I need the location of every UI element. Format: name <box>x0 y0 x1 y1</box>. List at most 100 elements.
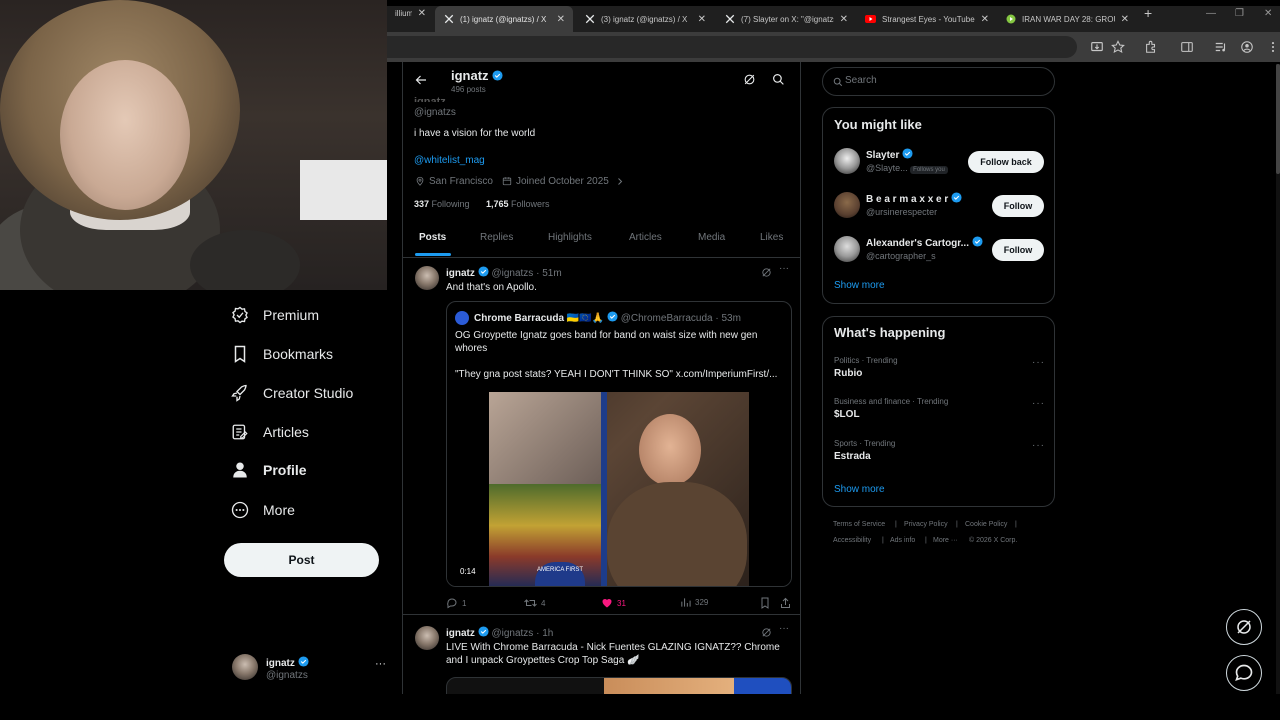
browser-tab[interactable]: (3) ignatz (@ignatzs) / X ✕ <box>576 6 714 32</box>
tweet-time[interactable]: 1h <box>542 628 553 639</box>
bookmark-icon[interactable] <box>760 597 770 609</box>
trend-item[interactable]: Politics · Trending Rubio <box>834 356 898 379</box>
media-control-icon[interactable] <box>1214 40 1228 54</box>
browser-tab-active[interactable]: (1) ignatz (@ignatzs) / X ✕ <box>435 6 573 32</box>
followers-link[interactable]: 1,765 Followers <box>486 199 550 209</box>
close-tab-icon[interactable]: ✕ <box>981 14 989 25</box>
close-tab-icon[interactable]: ✕ <box>1121 14 1129 25</box>
footer-terms[interactable]: Terms of Service <box>833 521 885 528</box>
footer-cookie[interactable]: Cookie Policy <box>965 521 1007 528</box>
tweet-avatar[interactable] <box>415 266 439 290</box>
suggestion-row[interactable]: Slayter @Slayte... Follows you Follow ba… <box>823 144 1054 180</box>
browser-tab[interactable]: Strangest Eyes - YouTube ✕ <box>857 6 997 32</box>
tweet-author-handle[interactable]: @ignatzs <box>491 628 533 639</box>
face-shape <box>60 60 190 210</box>
share-icon[interactable] <box>780 597 791 609</box>
article-icon <box>230 422 250 442</box>
trend-more-icon[interactable]: ··· <box>1032 398 1045 409</box>
tweet[interactable]: ignatz @ignatzs · 51m ··· And that's on … <box>403 258 800 614</box>
quote-tweet[interactable]: Chrome Barracuda 🇺🇦🇪🇺🙏 @ChromeBarracuda … <box>446 301 792 587</box>
grok-icon[interactable] <box>743 73 756 86</box>
repost-button[interactable]: 4 <box>524 597 545 609</box>
extensions-icon[interactable] <box>1144 40 1158 54</box>
new-tab-button[interactable]: + <box>1144 6 1152 20</box>
like-button[interactable]: 31 <box>601 597 626 609</box>
close-tab-icon[interactable]: ✕ <box>418 8 426 19</box>
tweet-author-name[interactable]: ignatz <box>446 268 475 279</box>
tweet-time[interactable]: 51m <box>542 268 561 279</box>
tab-articles[interactable]: Articles <box>629 232 662 243</box>
messages-fab-button[interactable] <box>1226 655 1262 691</box>
tab-highlights[interactable]: Highlights <box>548 232 592 243</box>
nav-item-more[interactable]: More <box>230 495 295 525</box>
account-icon[interactable] <box>1240 40 1254 54</box>
minimize-icon[interactable]: — <box>1206 8 1216 19</box>
account-more-icon[interactable]: ··· <box>375 658 386 670</box>
close-tab-icon[interactable]: ✕ <box>840 14 848 25</box>
close-tab-icon[interactable]: ✕ <box>698 14 706 25</box>
profile-location: San Francisco <box>429 176 493 187</box>
post-button[interactable]: Post <box>224 543 379 577</box>
scrollbar-thumb[interactable] <box>1276 64 1280 174</box>
footer-accessibility[interactable]: Accessibility <box>833 537 871 544</box>
close-tab-icon[interactable]: ✕ <box>557 14 565 25</box>
suggestion-row[interactable]: B e a r m a x x e r @ursinerespecter Fol… <box>823 188 1054 224</box>
quote-link[interactable]: x.com/ImperiumFirst/... <box>676 369 778 380</box>
tweet-author-handle[interactable]: @ignatzs <box>491 268 533 279</box>
reply-button[interactable]: 1 <box>446 597 466 609</box>
profile-joined-date[interactable]: Joined October 2025 <box>516 176 609 187</box>
trend-more-icon[interactable]: ··· <box>1032 357 1045 368</box>
tab-replies[interactable]: Replies <box>480 232 513 243</box>
chevron-right-icon[interactable] <box>616 177 624 186</box>
star-bookmark-icon[interactable] <box>1111 40 1125 54</box>
show-more-link[interactable]: Show more <box>834 280 885 291</box>
tweet[interactable]: ignatz @ignatzs · 1h ··· LIVE With Chrom… <box>403 615 800 694</box>
trend-item[interactable]: Sports · Trending Estrada <box>834 439 895 462</box>
trend-item[interactable]: Business and finance · Trending $LOL <box>834 397 948 420</box>
tab-likes[interactable]: Likes <box>760 232 783 243</box>
trend-more-icon[interactable]: ··· <box>1032 440 1045 451</box>
video-player[interactable]: AMERICA FIRST 0:14 <box>447 392 791 586</box>
follow-button[interactable]: Follow <box>992 239 1044 261</box>
back-arrow-icon[interactable] <box>415 74 427 86</box>
search-icon[interactable] <box>772 73 785 86</box>
tab-media[interactable]: Media <box>698 232 725 243</box>
side-panel-icon[interactable] <box>1180 40 1194 54</box>
tweet-more-icon[interactable]: ··· <box>779 623 789 634</box>
address-bar[interactable] <box>387 36 1077 58</box>
follow-button[interactable]: Follow <box>992 195 1044 217</box>
grok-icon[interactable] <box>761 627 772 638</box>
install-app-icon[interactable] <box>1090 40 1104 54</box>
views-button[interactable]: 329 <box>680 597 708 608</box>
kebab-menu-icon[interactable] <box>1266 40 1280 54</box>
suggestion-row[interactable]: Alexander's Cartogr... @cartographer_s F… <box>823 232 1054 268</box>
grok-icon[interactable] <box>761 267 772 278</box>
tweet-author-name[interactable]: ignatz <box>446 628 475 639</box>
tweet-media-preview[interactable] <box>446 677 792 694</box>
account-switcher[interactable]: ignatz @ignatzs ··· <box>232 654 392 686</box>
browser-tab[interactable]: (7) Slayter on X: "@ignatzs ✕ <box>716 6 856 32</box>
close-window-icon[interactable]: ✕ <box>1264 8 1272 19</box>
restore-icon[interactable]: ❐ <box>1235 8 1244 19</box>
browser-tab[interactable]: illium ✕ <box>387 0 434 26</box>
quote-text-line: "They gna post stats? YEAH I DON'T THINK… <box>455 369 673 380</box>
footer-more[interactable]: More ··· <box>933 537 958 544</box>
show-more-link[interactable]: Show more <box>834 484 885 495</box>
nav-item-bookmarks[interactable]: Bookmarks <box>230 339 333 369</box>
footer-ads-info[interactable]: Ads info <box>890 537 915 544</box>
follow-back-button[interactable]: Follow back <box>968 151 1044 173</box>
profile-bio-link[interactable]: @whitelist_mag <box>414 155 485 166</box>
footer-privacy[interactable]: Privacy Policy <box>904 521 948 528</box>
follows-you-badge: Follows you <box>910 166 948 174</box>
tweet-more-icon[interactable]: ··· <box>779 263 789 274</box>
nav-item-premium[interactable]: Premium <box>230 300 319 330</box>
nav-item-profile[interactable]: Profile <box>230 455 307 485</box>
nav-item-creator-studio[interactable]: Creator Studio <box>230 378 353 408</box>
grok-fab-button[interactable] <box>1226 609 1262 645</box>
tweet-avatar[interactable] <box>415 626 439 650</box>
nav-item-articles[interactable]: Articles <box>230 417 309 447</box>
tab-posts[interactable]: Posts <box>419 232 446 243</box>
browser-tab[interactable]: IRAN WAR DAY 28: GROUND ✕ <box>997 6 1137 32</box>
following-link[interactable]: 337 Following <box>414 199 470 209</box>
search-box[interactable]: Search <box>822 67 1055 96</box>
